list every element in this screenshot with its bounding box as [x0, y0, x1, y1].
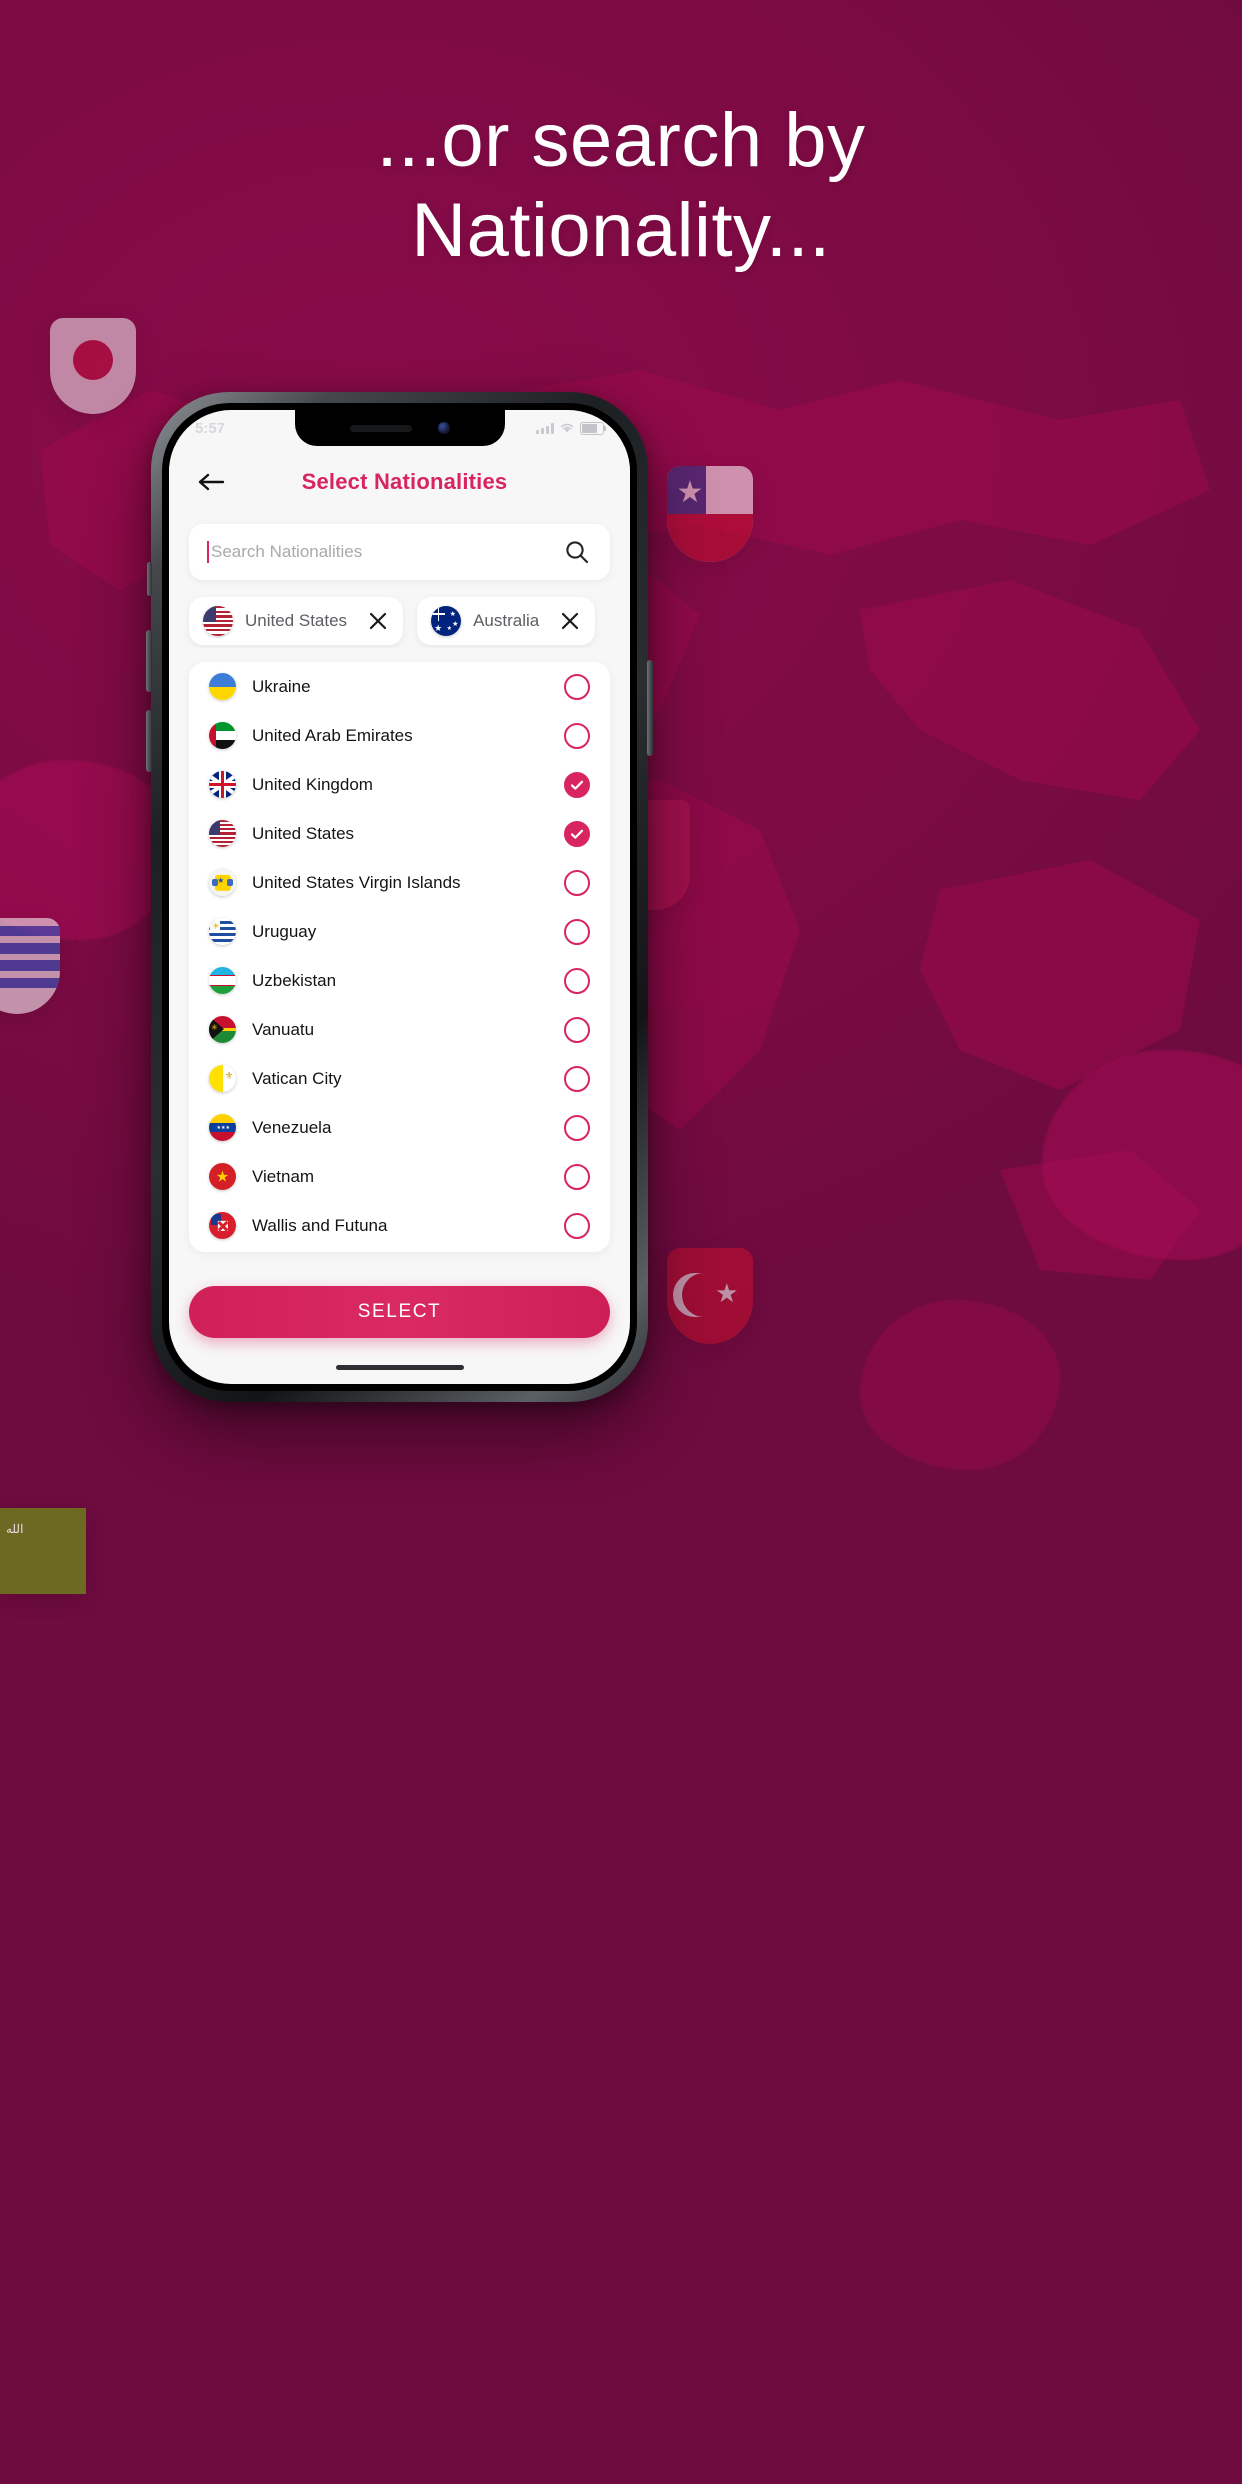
headline-line-1: ...or search by: [376, 98, 866, 183]
flag-icon-gb: [209, 771, 236, 798]
list-item-checkbox[interactable]: [564, 1163, 590, 1190]
wifi-icon: [560, 423, 574, 433]
chip-united-states[interactable]: United States: [189, 597, 404, 645]
phone-volume-down-button: [146, 710, 152, 772]
background-flag-turkey: ★: [667, 1248, 753, 1344]
select-button[interactable]: SELECT: [189, 1286, 610, 1338]
status-bar-time: 5:57: [195, 419, 226, 437]
app-header: Select Nationalities: [169, 446, 630, 518]
battery-icon: [580, 421, 606, 435]
flag-icon-ua: [209, 673, 236, 700]
list-item-label: Ukraine: [252, 676, 311, 696]
flag-icon-ae: [209, 722, 236, 749]
list-item[interactable]: ★ United States Virgin Islands: [189, 858, 610, 907]
list-item[interactable]: United Arab Emirates: [189, 711, 610, 760]
list-item-checkbox[interactable]: [564, 1016, 590, 1043]
list-item-checkbox[interactable]: [564, 967, 590, 994]
list-item-checkbox[interactable]: [564, 722, 590, 749]
home-indicator[interactable]: [335, 1365, 464, 1370]
list-item-checkbox[interactable]: [564, 771, 590, 798]
decor-blob: [860, 1300, 1060, 1470]
nationality-list[interactable]: Ukraine United Arab Emirates United King…: [189, 662, 610, 1252]
flag-icon-wf: [209, 1212, 236, 1239]
search-icon[interactable]: [564, 539, 590, 565]
phone-screen: 5:57 Select Nationalities Search Nationa…: [169, 410, 630, 1384]
flag-icon-vn: ★: [209, 1163, 236, 1190]
flag-icon-uz: [209, 967, 236, 994]
list-item-checkbox[interactable]: [564, 1114, 590, 1141]
phone-mockup: 5:57 Select Nationalities Search Nationa…: [146, 392, 653, 1402]
flag-icon-vi: ★: [209, 869, 236, 896]
selected-nationality-chips: United States ★ ★ ★ ★ Australia: [169, 594, 630, 648]
page-title: Select Nationalities: [301, 469, 508, 494]
list-item-checkbox[interactable]: [564, 820, 590, 847]
list-item[interactable]: ★★★ Venezuela: [189, 1103, 610, 1152]
search-bar[interactable]: [189, 524, 610, 580]
chip-remove-button[interactable]: [551, 602, 589, 640]
list-item-label: United Arab Emirates: [252, 725, 413, 745]
flag-icon-us: [203, 606, 233, 636]
back-button[interactable]: [183, 454, 239, 510]
list-item[interactable]: ✳ Vanuatu: [189, 1005, 610, 1054]
flag-icon-us: [209, 820, 236, 847]
chip-australia[interactable]: ★ ★ ★ ★ Australia: [417, 597, 596, 645]
phone-power-button: [647, 660, 653, 756]
signal-bars-icon: [536, 422, 554, 434]
phone-volume-up-button: [146, 630, 152, 692]
search-section: United States ★: [169, 518, 630, 1252]
headline-line-2: Nationality...: [411, 188, 831, 274]
flag-icon-uy: ☀: [209, 918, 236, 945]
list-item[interactable]: United States: [189, 809, 610, 858]
list-item[interactable]: Wallis and Futuna: [189, 1201, 610, 1250]
search-input[interactable]: [209, 542, 564, 562]
chip-label: Australia: [473, 611, 540, 630]
list-item-label: Uruguay: [252, 921, 317, 941]
list-item-label: Vatican City: [252, 1068, 342, 1088]
list-item-label: Wallis and Futuna: [252, 1215, 388, 1235]
list-item-label: Venezuela: [252, 1117, 332, 1137]
phone-mute-switch: [147, 562, 152, 596]
chip-label: United States: [245, 611, 348, 630]
earpiece-speaker-icon: [349, 424, 412, 432]
list-item[interactable]: ☀ Uruguay: [189, 907, 610, 956]
list-item-label: United States Virgin Islands: [252, 872, 461, 892]
background-flag-chile: ★: [667, 466, 753, 562]
list-item-checkbox[interactable]: [564, 918, 590, 945]
list-item-label: United States: [252, 823, 355, 843]
list-item-checkbox[interactable]: [564, 1212, 590, 1239]
list-item-label: Vietnam: [252, 1166, 315, 1186]
list-item-checkbox[interactable]: [564, 869, 590, 896]
list-item-label: Uzbekistan: [252, 970, 337, 990]
background-flag-japan: [50, 318, 136, 414]
promo-headline: ...or search by Nationality...: [0, 96, 1242, 276]
flag-icon-vu: ✳: [209, 1016, 236, 1043]
list-item[interactable]: United Kingdom: [189, 760, 610, 809]
close-icon: [369, 612, 387, 630]
flag-icon-va: ⚜: [209, 1065, 236, 1092]
list-item[interactable]: Ukraine: [189, 662, 610, 711]
close-icon: [562, 612, 579, 630]
phone-notch: [294, 410, 505, 446]
flag-icon-ve: ★★★: [209, 1114, 236, 1141]
arrow-left-icon: [198, 473, 225, 491]
list-item[interactable]: ★ Vietnam: [189, 1152, 610, 1201]
list-item-checkbox[interactable]: [564, 1065, 590, 1092]
chip-remove-button[interactable]: [359, 602, 397, 640]
list-item-label: United Kingdom: [252, 774, 373, 794]
list-item-checkbox[interactable]: [564, 673, 590, 700]
front-camera-icon: [437, 422, 450, 434]
flag-icon-au: ★ ★ ★ ★: [431, 606, 462, 636]
list-item[interactable]: Uzbekistan: [189, 956, 610, 1005]
list-item-label: Vanuatu: [252, 1019, 315, 1039]
list-item[interactable]: ⚜ Vatican City: [189, 1054, 610, 1103]
background-flag-saudi-arabia: الله: [0, 1508, 86, 1594]
phone-bezel: 5:57 Select Nationalities Search Nationa…: [162, 403, 637, 1391]
